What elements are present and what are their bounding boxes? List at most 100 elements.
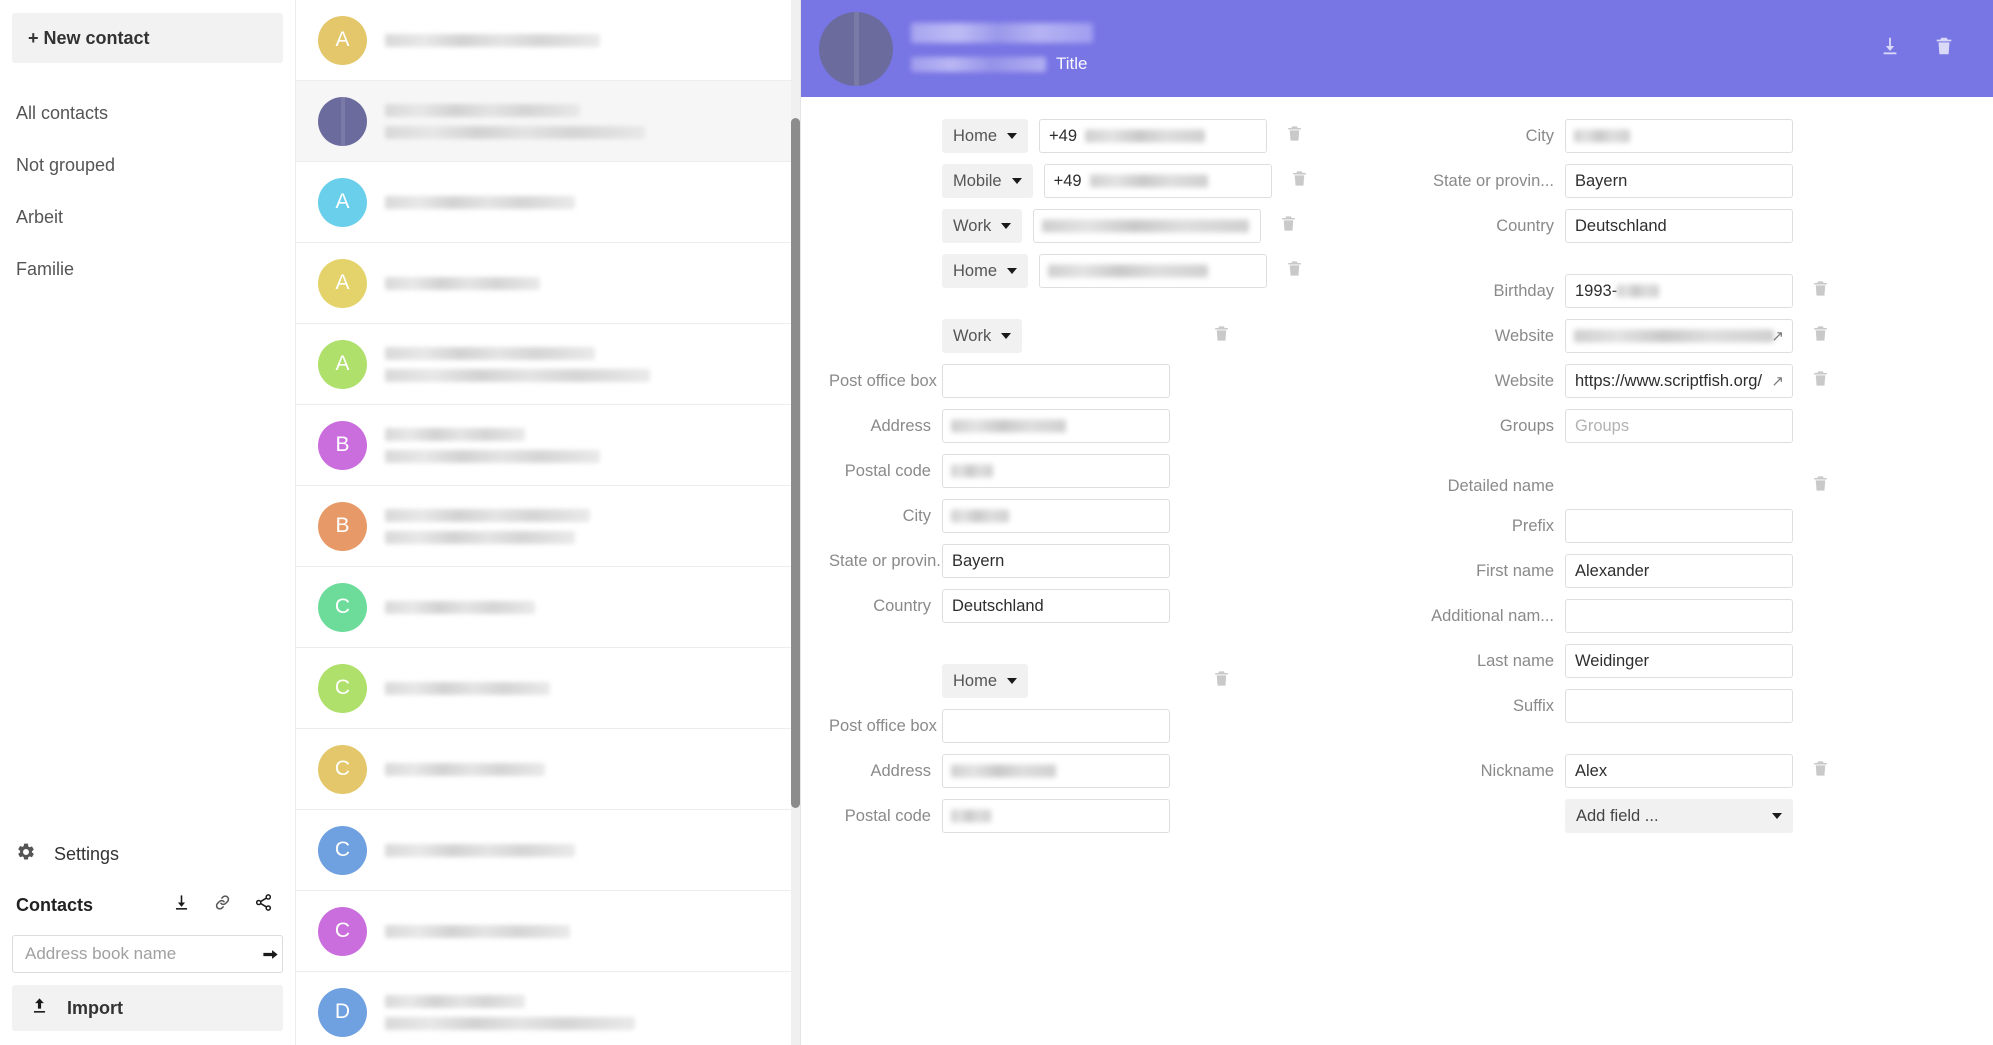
text-input[interactable] <box>1565 644 1793 678</box>
contact-fields-right: City State or provin... Country Birthday Web… <box>1403 119 1873 1045</box>
contact-name-redacted <box>385 103 580 117</box>
sidebar-item-all-contacts[interactable]: All contacts <box>0 87 295 139</box>
trash-icon[interactable] <box>1212 324 1231 348</box>
contact-list-item[interactable] <box>296 81 800 162</box>
sidebar: + New contact All contacts Not grouped A… <box>0 0 296 1045</box>
contact-list-item[interactable]: B <box>296 405 800 486</box>
trash-icon[interactable] <box>1285 259 1304 283</box>
name-field-row: Additional nam... <box>1417 599 1859 633</box>
contact-avatar[interactable] <box>819 11 893 86</box>
contact-list-item[interactable]: C <box>296 810 800 891</box>
add-field-dropdown[interactable]: Add field ... <box>1565 799 1793 833</box>
text-input[interactable] <box>1565 164 1793 198</box>
contact-name-redacted <box>385 195 575 209</box>
address-book-name-field[interactable] <box>12 935 283 973</box>
field-control <box>942 754 1170 788</box>
chevron-down-icon <box>1007 678 1018 684</box>
field-control <box>1039 119 1268 153</box>
contact-list-item[interactable]: A <box>296 0 800 81</box>
contact-name-redacted <box>385 1016 635 1030</box>
scrollbar-thumb[interactable] <box>791 118 800 808</box>
field-label: City <box>1525 126 1554 145</box>
address-book-name-input[interactable] <box>13 936 258 972</box>
redacted-value <box>1085 129 1206 143</box>
sidebar-item-label: Familie <box>16 258 75 279</box>
contact-list-item[interactable]: A <box>296 324 800 405</box>
text-input[interactable] <box>1565 274 1793 308</box>
contact-org-redacted[interactable] <box>911 56 1046 72</box>
contact-list-scrollbar[interactable] <box>791 0 800 1045</box>
sidebar-item-familie[interactable]: Familie <box>0 243 295 295</box>
field-type-select[interactable]: Home <box>942 119 1029 153</box>
contact-list-item[interactable]: C <box>296 648 800 729</box>
redacted-value <box>1574 329 1774 343</box>
text-input[interactable] <box>1565 209 1793 243</box>
external-link-icon[interactable]: ↗ <box>1771 372 1784 390</box>
contact-fullname-redacted[interactable] <box>911 23 1093 43</box>
address-book-submit-button[interactable] <box>258 936 282 972</box>
share-icon[interactable] <box>254 893 273 917</box>
trash-icon[interactable] <box>1811 759 1830 783</box>
contact-list-item[interactable]: A <box>296 162 800 243</box>
download-icon[interactable] <box>1879 35 1901 62</box>
link-icon[interactable] <box>213 893 232 917</box>
text-input[interactable] <box>1565 409 1793 443</box>
detailed-name-header: Detailed name <box>1417 474 1859 498</box>
download-icon[interactable] <box>172 893 191 917</box>
website-row: Website ↗ <box>1417 319 1859 353</box>
field-control <box>1565 119 1793 153</box>
redacted-value <box>951 809 991 823</box>
text-input[interactable] <box>1565 554 1793 588</box>
field-type-select[interactable]: Home <box>942 664 1029 698</box>
field-control <box>1565 209 1793 243</box>
address-field-row: Post office box <box>829 364 1231 398</box>
contact-title-placeholder[interactable]: Title <box>1056 54 1088 74</box>
contact-list-item-text <box>385 762 784 776</box>
contact-list-item[interactable]: A <box>296 243 800 324</box>
sidebar-item-label: Not grouped <box>16 154 116 175</box>
contact-list-item-text <box>385 600 784 614</box>
text-input[interactable] <box>1565 599 1793 633</box>
text-input[interactable] <box>1565 689 1793 723</box>
trash-icon[interactable] <box>1290 169 1309 193</box>
trash-icon[interactable] <box>1933 35 1955 62</box>
redacted-value <box>1089 174 1208 188</box>
field-type-select[interactable]: Work <box>942 209 1023 243</box>
contact-list-item[interactable]: C <box>296 891 800 972</box>
text-input[interactable] <box>942 544 1170 578</box>
field-type-select[interactable]: Home <box>942 254 1029 288</box>
text-input[interactable] <box>942 364 1170 398</box>
birthday-row: Birthday <box>1417 274 1859 308</box>
contact-list-item[interactable]: B <box>296 486 800 567</box>
sidebar-item-not-grouped[interactable]: Not grouped <box>0 139 295 191</box>
trash-icon[interactable] <box>1285 124 1304 148</box>
field-type-select[interactable]: Mobile <box>942 164 1033 198</box>
trash-icon[interactable] <box>1811 369 1830 393</box>
text-input[interactable] <box>942 589 1170 623</box>
contact-list-item[interactable]: C <box>296 567 800 648</box>
text-input[interactable] <box>942 709 1170 743</box>
field-control <box>1565 754 1793 788</box>
settings-button[interactable]: Settings <box>0 829 295 879</box>
trash-icon[interactable] <box>1811 279 1830 303</box>
trash-icon[interactable] <box>1279 214 1298 238</box>
trash-icon[interactable] <box>1811 324 1830 348</box>
text-input[interactable] <box>1565 509 1793 543</box>
trash-icon[interactable] <box>1811 474 1830 498</box>
field-control <box>942 589 1170 623</box>
external-link-icon[interactable]: ↗ <box>1771 327 1784 345</box>
text-input[interactable] <box>1565 364 1793 398</box>
new-contact-button[interactable]: + New contact <box>12 13 283 63</box>
text-input[interactable] <box>1565 754 1793 788</box>
contact-name-redacted <box>385 530 575 544</box>
contact-list-item[interactable]: D <box>296 972 800 1045</box>
add-field-row: Add field ... <box>1417 799 1859 833</box>
field-type-value: Mobile <box>953 171 1002 190</box>
sidebar-item-arbeit[interactable]: Arbeit <box>0 191 295 243</box>
import-button[interactable]: Import <box>12 985 283 1031</box>
field-label: Prefix <box>1511 516 1554 535</box>
field-control <box>1033 209 1262 243</box>
trash-icon[interactable] <box>1212 669 1231 693</box>
contact-list-item[interactable]: C <box>296 729 800 810</box>
field-type-select[interactable]: Work <box>942 319 1023 353</box>
